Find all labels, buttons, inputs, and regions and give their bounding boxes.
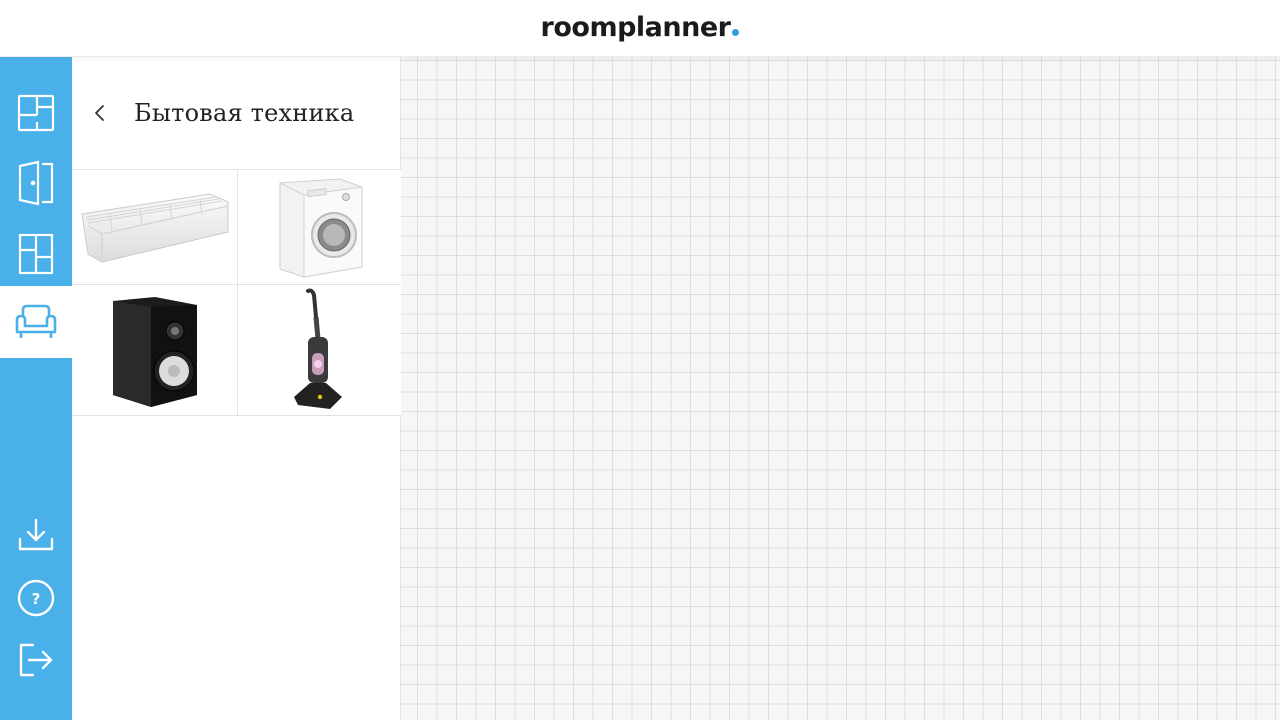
product-air-conditioner[interactable] [72,170,238,285]
logo-text: roomplanner [540,11,731,43]
catalog-panel: Бытовая техника [72,57,401,720]
logout-button[interactable] [0,624,72,696]
speaker-image [112,297,197,407]
design-canvas[interactable] [401,57,1280,720]
door-icon [18,160,54,206]
app-logo[interactable]: roomplanner [541,12,740,43]
window-icon [18,233,54,275]
top-header: roomplanner [0,0,1280,57]
furniture-button[interactable] [0,286,72,358]
chevron-left-icon [95,105,104,121]
left-toolbar: ? [0,57,72,720]
logo-dot [732,28,740,36]
product-grid [72,170,401,416]
washing-machine-image [279,178,362,278]
sofa-icon [15,304,57,338]
download-icon [18,518,54,551]
help-icon: ? [17,579,55,617]
floorplan-icon [17,94,55,132]
download-button[interactable] [0,499,72,571]
panel-header: Бытовая техника [72,57,400,170]
category-title: Бытовая техника [134,99,355,127]
door-button[interactable] [0,147,72,219]
product-vacuum-cleaner[interactable] [238,285,401,416]
vacuum-cleaner-image [293,288,342,409]
window-button[interactable] [0,218,72,290]
air-conditioner-image [80,193,228,263]
product-speaker[interactable] [72,285,238,416]
product-washing-machine[interactable] [238,170,401,285]
logout-icon [19,643,53,677]
floorplan-button[interactable] [0,77,72,149]
svg-text:?: ? [32,590,41,608]
back-button[interactable] [86,99,114,127]
